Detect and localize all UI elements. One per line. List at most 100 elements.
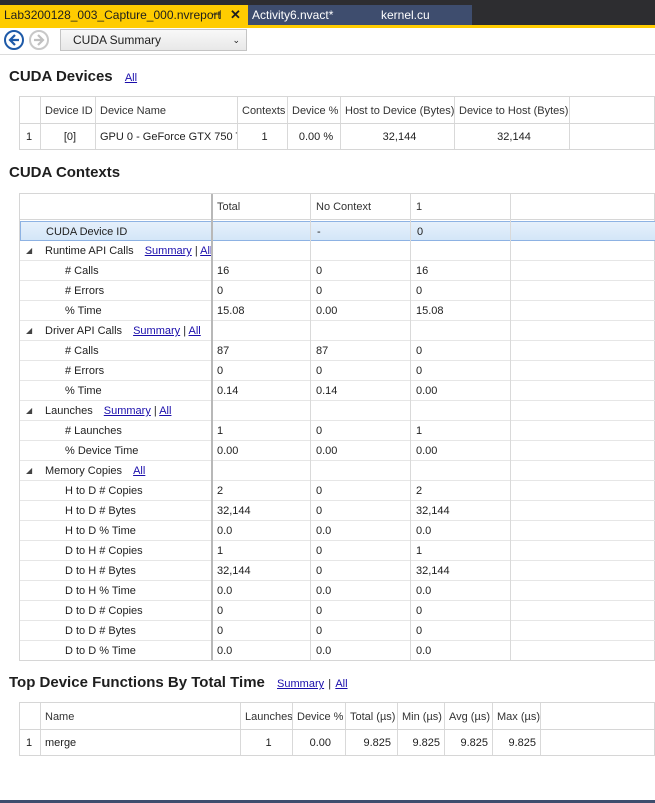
metric-row[interactable]: # Launches 1 0 1 (20, 421, 655, 441)
tab-activity6[interactable]: Activity6.nvact* (248, 5, 366, 25)
metric-row[interactable]: D to H % Time 0.0 0.0 0.0 (20, 581, 655, 601)
metric-row[interactable]: % Time 0.14 0.14 0.00 (20, 381, 655, 401)
top-functions-table: Name Launches Device % Total (µs) Min (µ… (19, 702, 655, 756)
no-context-value: 0 (316, 625, 323, 637)
collapse-triangle-icon[interactable]: ◢ (26, 241, 32, 261)
no-context-value: 87 (316, 345, 329, 357)
metric-row[interactable]: % Device Time 0.00 0.00 0.00 (20, 441, 655, 461)
metric-label: H to D % Time (65, 525, 136, 537)
metric-label: % Time (65, 305, 102, 317)
link-separator: | (328, 678, 332, 690)
tab-label: Activity6.nvact* (252, 8, 334, 22)
device-id-value[interactable]: [0] (41, 127, 95, 147)
metric-row[interactable]: # Errors 0 0 0 (20, 361, 655, 381)
col-device-id[interactable]: Device ID (41, 101, 95, 121)
close-icon[interactable]: ✕ (230, 5, 241, 25)
metric-label: H to D # Bytes (65, 505, 136, 517)
group-row-launches: ◢ Launches Summary | All (20, 401, 655, 421)
col-no-context[interactable]: No Context (312, 197, 371, 217)
forward-button[interactable] (29, 30, 49, 50)
frozen-column-splitter[interactable] (211, 194, 213, 660)
col-avg-us[interactable]: Avg (µs) (445, 707, 492, 727)
total-value: 2 (217, 485, 224, 497)
tab-kernel-cu[interactable]: kernel.cu (366, 5, 472, 25)
driver-all-link[interactable]: All (189, 325, 201, 337)
col-total[interactable]: Total (213, 197, 240, 217)
tab-label: Lab3200128_003_Capture_000.nvreport (4, 8, 221, 22)
view-dropdown[interactable]: CUDA Summary ⌄ (60, 29, 247, 51)
metric-row[interactable]: # Errors 0 0 0 (20, 281, 655, 301)
metric-row[interactable]: D to D # Copies 0 0 0 (20, 601, 655, 621)
group-row-driver-api: ◢ Driver API Calls Summary | All (20, 321, 655, 341)
h2d-bytes-value: 32,144 (382, 131, 417, 143)
no-context-value: 0 (316, 425, 323, 437)
col-d2h-bytes[interactable]: Device to Host (Bytes) (455, 101, 569, 121)
tab-nvreport[interactable]: Lab3200128_003_Capture_000.nvreport ⊣ ✕ (0, 5, 248, 27)
collapse-triangle-icon[interactable]: ◢ (26, 401, 32, 421)
total-value: 0 (217, 605, 224, 617)
metric-row[interactable]: D to D % Time 0.0 0.0 0.0 (20, 641, 655, 661)
device-name-value[interactable]: GPU 0 - GeForce GTX 750 Ti (96, 127, 237, 147)
metric-row[interactable]: # Calls 16 0 16 (20, 261, 655, 281)
metric-row[interactable]: D to D # Bytes 0 0 0 (20, 621, 655, 641)
no-context-value: 0.14 (316, 385, 338, 397)
metric-label: D to H % Time (65, 585, 136, 597)
total-value: 0.0 (217, 525, 233, 537)
metric-row[interactable]: H to D # Bytes 32,144 0 32,144 (20, 501, 655, 521)
cuda-device-id-row[interactable]: CUDA Device ID - 0 (20, 221, 655, 241)
metric-label: # Errors (65, 285, 105, 297)
metric-row[interactable]: D to H # Bytes 32,144 0 32,144 (20, 561, 655, 581)
metric-row[interactable]: H to D % Time 0.0 0.0 0.0 (20, 521, 655, 541)
col-name[interactable]: Name (41, 707, 240, 727)
group-row-runtime-api: ◢ Runtime API Calls Summary | All (20, 241, 655, 261)
top-functions-title: Top Device Functions By Total Time Summa… (9, 674, 348, 691)
runtime-summary-link[interactable]: Summary (145, 245, 192, 257)
collapse-triangle-icon[interactable]: ◢ (26, 461, 32, 481)
context-1-value: 32,144 (416, 565, 450, 577)
total-value: 0.0 (217, 645, 233, 657)
context-1-value: 0 (416, 625, 423, 637)
metric-row[interactable]: % Time 15.08 0.00 15.08 (20, 301, 655, 321)
metric-row[interactable]: # Calls 87 87 0 (20, 341, 655, 361)
col-device-pct[interactable]: Device % (293, 707, 345, 727)
report-toolbar: CUDA Summary ⌄ (0, 28, 655, 54)
toolbar-divider (0, 54, 655, 55)
context-1-value: 0 (416, 285, 423, 297)
col-device-pct[interactable]: Device % (288, 101, 340, 121)
collapse-triangle-icon[interactable]: ◢ (26, 321, 32, 341)
view-dropdown-value: CUDA Summary (73, 33, 162, 47)
col-contexts[interactable]: Contexts (238, 101, 287, 121)
memcopies-all-link[interactable]: All (133, 465, 145, 477)
col-min-us[interactable]: Min (µs) (398, 707, 444, 727)
group-row-memory-copies: ◢ Memory Copies All (20, 461, 655, 481)
group-label: Runtime API Calls (45, 245, 134, 257)
function-name-value[interactable]: merge (41, 733, 240, 753)
functions-all-link[interactable]: All (335, 678, 347, 690)
driver-summary-link[interactable]: Summary (133, 325, 180, 337)
cuda-devices-table: Device ID Device Name Contexts Device % … (19, 96, 655, 150)
col-launches[interactable]: Launches (241, 707, 292, 727)
col-total-us[interactable]: Total (µs) (346, 707, 397, 727)
cuda-devices-title: CUDA Devices All (9, 68, 137, 85)
back-button[interactable] (4, 30, 24, 50)
col-context-1[interactable]: 1 (412, 197, 422, 217)
functions-summary-link[interactable]: Summary (277, 678, 324, 690)
col-h2d-bytes[interactable]: Host to Device (Bytes) (341, 101, 454, 121)
metric-row[interactable]: H to D # Copies 2 0 2 (20, 481, 655, 501)
no-context-value: 0.0 (316, 585, 332, 597)
total-value: 0.00 (217, 445, 239, 457)
launches-summary-link[interactable]: Summary (104, 405, 151, 417)
metric-label: D to D # Copies (65, 605, 143, 617)
context-1-value: 0.00 (416, 445, 438, 457)
metric-label: D to D % Time (65, 645, 136, 657)
metric-row[interactable]: D to H # Copies 1 0 1 (20, 541, 655, 561)
launches-all-link[interactable]: All (159, 405, 171, 417)
metric-label: D to H # Bytes (65, 565, 136, 577)
min-us-value: 9.825 (412, 737, 440, 749)
devices-all-link[interactable]: All (125, 72, 137, 84)
context-1-value: 15.08 (416, 305, 444, 317)
no-context-value: 0 (316, 485, 323, 497)
col-max-us[interactable]: Max (µs) (493, 707, 540, 727)
pin-icon[interactable]: ⊣ (212, 5, 222, 25)
col-device-name[interactable]: Device Name (96, 101, 237, 121)
